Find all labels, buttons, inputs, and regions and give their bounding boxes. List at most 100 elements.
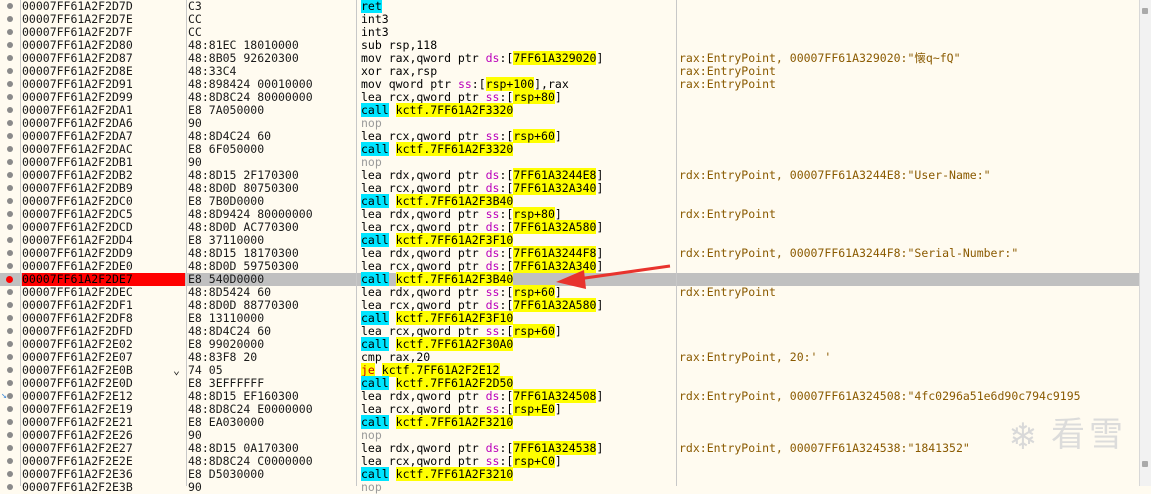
instruction-disassembly[interactable]: nop — [361, 481, 382, 494]
disassembly-token: 7FF61A32A580 — [513, 298, 597, 312]
scroll-marker — [1142, 8, 1148, 14]
disassembly-token: ] — [596, 181, 604, 195]
instruction-address[interactable]: 00007FF61A2F2E3B — [22, 481, 185, 494]
instruction-row[interactable]: 00007FF61A2F2DA7 48:8D4C24 60 lea rcx,qwor… — [0, 129, 1140, 143]
disassembly-token: rsp+60 — [513, 129, 555, 143]
breakpoint-gutter[interactable] — [0, 455, 20, 468]
breakpoint-gutter[interactable] — [0, 403, 20, 416]
disassembly-token — [389, 376, 396, 390]
bullet-icon — [7, 159, 13, 165]
vertical-scrollbar[interactable] — [1139, 0, 1151, 486]
breakpoint-gutter[interactable] — [0, 65, 20, 78]
instruction-disassembly[interactable]: call kctf.7FF61A2F3210 — [361, 467, 514, 481]
breakpoint-gutter[interactable] — [0, 104, 20, 117]
instruction-row[interactable]: 00007FF61A2F2D8E 48:33C4 xor rax,rsp rax:En… — [0, 65, 1140, 78]
breakpoint-gutter[interactable] — [0, 117, 20, 130]
instruction-row[interactable]: 00007FF61A2F2E02 E8 99020000 call kctf.7FF… — [0, 337, 1140, 351]
disassembly-token: nop — [361, 428, 382, 442]
instruction-row[interactable]: 00007FF61A2F2DA1 E8 7A050000 call kctf.7FF… — [0, 103, 1140, 117]
instruction-row[interactable]: 00007FF61A2F2E3B 90 nop — [0, 481, 1140, 494]
breakpoint-gutter[interactable] — [0, 26, 20, 39]
instruction-row[interactable]: 00007FF61A2F2E21 E8 EA030000 call kctf.7FF… — [0, 415, 1140, 429]
instruction-row[interactable]: 00007FF61A2F2DE0 48:8D0D 59750300 lea rcx,… — [0, 259, 1140, 273]
breakpoint-gutter[interactable] — [0, 273, 20, 286]
breakpoint-gutter[interactable] — [0, 351, 20, 364]
instruction-row[interactable]: 00007FF61A2F2D7E CC int3 — [0, 13, 1140, 26]
disassembly-token: rsp+C0 — [513, 454, 555, 468]
breakpoint-gutter[interactable] — [0, 338, 20, 351]
instruction-row[interactable]: 00007FF61A2F2DB9 48:8D0D 80750300 lea rcx,… — [0, 181, 1140, 195]
instruction-row[interactable]: 00007FF61A2F2E07 48:83F8 20 cmp rax,20 rax:… — [0, 351, 1140, 364]
instruction-row[interactable]: 00007FF61A2F2DC0 E8 7B0D0000 call kctf.7FF… — [0, 194, 1140, 208]
breakpoint-gutter[interactable] — [0, 416, 20, 429]
breakpoint-gutter[interactable] — [0, 364, 20, 377]
breakpoint-gutter[interactable] — [0, 208, 20, 221]
instruction-disassembly[interactable]: call kctf.7FF61A2F3210 — [361, 415, 514, 429]
disassembly-token: ss — [485, 402, 500, 416]
instruction-row[interactable]: 00007FF61A2F2DFD 48:8D4C24 60 lea rcx,qwor… — [0, 324, 1140, 338]
disassembly-token: int3 — [361, 12, 389, 26]
instruction-row[interactable]: 00007FF61A2F2E27 48:8D15 0A170300 lea rdx,… — [0, 441, 1140, 455]
breakpoint-gutter[interactable] — [0, 0, 20, 13]
breakpoint-gutter[interactable] — [0, 169, 20, 182]
instruction-row[interactable]: 00007FF61A2F2D87 48:8B05 92620300 mov rax,… — [0, 51, 1140, 65]
breakpoint-gutter[interactable] — [0, 442, 20, 455]
instruction-comment: rdx:EntryPoint — [679, 207, 776, 221]
breakpoint-gutter[interactable] — [0, 91, 20, 104]
disassembly-token: lea rcx,qword ptr — [361, 220, 486, 234]
breakpoint-gutter[interactable]: ↘ — [0, 390, 20, 403]
breakpoint-gutter[interactable] — [0, 299, 20, 312]
instruction-row[interactable]: 00007FF61A2F2E36 E8 D5030000 call kctf.7FF… — [0, 467, 1140, 481]
instruction-row[interactable]: 00007FF61A2F2D7D C3 ret — [0, 0, 1140, 13]
disassembly-token: kctf.7FF61A2F3320 — [395, 142, 514, 156]
instruction-row[interactable]: 00007FF61A2F2E19 48:8D8C24 E0000000 lea rc… — [0, 402, 1140, 416]
breakpoint-gutter[interactable] — [0, 325, 20, 338]
instruction-disassembly[interactable]: call kctf.7FF61A2F3320 — [361, 142, 514, 156]
disassembly-view[interactable]: 00007FF61A2F2D7D C3 ret 00007FF61A2F2D7E CC i… — [0, 0, 1151, 494]
breakpoint-gutter[interactable] — [0, 52, 20, 65]
breakpoint-gutter[interactable] — [0, 286, 20, 299]
instruction-row[interactable]: 00007FF61A2F2DAC E8 6F050000 call kctf.7FF… — [0, 142, 1140, 156]
instruction-comment: rdx:EntryPoint, 00007FF61A324538:"184135… — [679, 441, 970, 455]
breakpoint-gutter[interactable] — [0, 468, 20, 481]
breakpoint-gutter[interactable] — [0, 312, 20, 325]
disassembly-token: ds — [485, 441, 500, 455]
disassembly-token: :[ — [499, 51, 514, 65]
breakpoint-gutter[interactable] — [0, 429, 20, 442]
disassembly-token: :[ — [499, 454, 514, 468]
disassembly-token: ] — [596, 441, 604, 455]
instruction-disassembly[interactable]: call kctf.7FF61A2F3320 — [361, 103, 514, 117]
disassembly-token: 7FF61A32A340 — [513, 181, 597, 195]
breakpoint-gutter[interactable] — [0, 78, 20, 91]
breakpoint-gutter[interactable] — [0, 195, 20, 208]
instruction-row[interactable]: ↘ 00007FF61A2F2E12 48:8D15 EF160300 lea rdx… — [0, 389, 1140, 403]
instruction-row[interactable]: 00007FF61A2F2E0B ⌄ 74 05 je kctf.7FF61A2F2E… — [0, 363, 1140, 377]
disassembly-token: lea rcx,qword ptr — [361, 129, 486, 143]
breakpoint-gutter[interactable] — [0, 39, 20, 52]
instruction-row[interactable]: 00007FF61A2F2D91 48:898424 00010000 mov qw… — [0, 77, 1140, 91]
breakpoint-gutter[interactable] — [0, 377, 20, 390]
disassembly-token: je — [361, 363, 375, 377]
instruction-row[interactable]: 00007FF61A2F2DF8 E8 13110000 call kctf.7FF… — [0, 311, 1140, 325]
breakpoint-gutter[interactable] — [0, 130, 20, 143]
instruction-row[interactable]: 00007FF61A2F2DF1 48:8D0D 88770300 lea rcx,… — [0, 298, 1140, 312]
breakpoint-gutter[interactable] — [0, 221, 20, 234]
address-divider — [186, 0, 187, 486]
breakpoint-gutter[interactable] — [0, 182, 20, 195]
instruction-row[interactable]: 00007FF61A2F2D99 48:8D8C24 80000000 lea rc… — [0, 90, 1140, 104]
disassembly-token: 7FF61A3244E8 — [513, 168, 597, 182]
breakpoint-gutter[interactable] — [0, 143, 20, 156]
instruction-row[interactable]: 00007FF61A2F2DCD 48:8D0D AC770300 lea rcx,… — [0, 220, 1140, 234]
disassembly-token: call — [361, 103, 389, 117]
breakpoint-gutter[interactable] — [0, 247, 20, 260]
breakpoint-gutter[interactable] — [0, 260, 20, 273]
breakpoint-gutter[interactable] — [0, 156, 20, 169]
instruction-row[interactable]: 00007FF61A2F2D7F CC int3 — [0, 26, 1140, 39]
breakpoint-gutter[interactable] — [0, 13, 20, 26]
disassembly-token: rsp+100 — [485, 77, 535, 91]
selected-instruction-row[interactable]: 00007FF61A2F2DE7 E8 540D0000 call kctf.7FF… — [0, 272, 1140, 286]
breakpoint-gutter[interactable] — [0, 481, 20, 494]
instruction-row[interactable]: 00007FF61A2F2E2E 48:8D8C24 C0000000 lea rc… — [0, 454, 1140, 468]
instruction-row[interactable]: 00007FF61A2F2DA6 90 nop — [0, 117, 1140, 130]
breakpoint-gutter[interactable] — [0, 234, 20, 247]
